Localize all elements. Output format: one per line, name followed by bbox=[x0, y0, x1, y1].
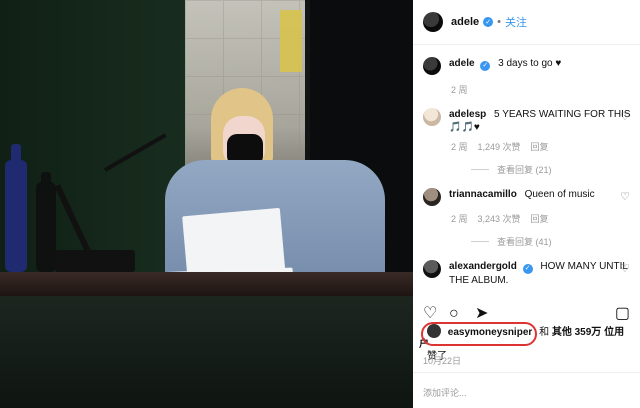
table-surface bbox=[0, 272, 413, 296]
avatar[interactable] bbox=[423, 108, 441, 126]
view-replies-line bbox=[471, 169, 489, 170]
photo-background-sign bbox=[280, 10, 302, 72]
view-replies-line bbox=[471, 241, 489, 242]
comment-text: triannacamillo Queen of music bbox=[449, 188, 595, 201]
bookmark-icon[interactable]: ▢ bbox=[615, 306, 630, 322]
verified-badge-icon bbox=[480, 60, 491, 71]
comment-username[interactable]: alexandergold bbox=[449, 261, 517, 272]
post-photo bbox=[0, 0, 413, 408]
separator-dot: • bbox=[497, 16, 501, 28]
caption-meta: 2 周 bbox=[451, 83, 632, 96]
view-replies-label[interactable]: 查看回复 (21) bbox=[497, 163, 552, 176]
comment-row: triannacamillo Queen of music ♡ 2 周 3,24… bbox=[413, 188, 640, 248]
water-bottle-blue bbox=[5, 144, 27, 272]
view-replies[interactable]: 查看回复 (21) bbox=[471, 163, 632, 176]
instagram-panel: adele • 关注 adele 3 days to go ♥ 2 周 bbox=[413, 0, 640, 408]
comment-username[interactable]: adelesp bbox=[449, 109, 486, 120]
comment-text: alexandergold HOW MANY UNTIL THE ALBUM. bbox=[449, 260, 632, 287]
heart-icon[interactable]: ♡ bbox=[620, 190, 630, 203]
comment-likes[interactable]: 3,243 次赞 bbox=[478, 212, 521, 225]
follow-button[interactable]: 关注 bbox=[505, 14, 527, 30]
comment-time: 2 周 bbox=[451, 214, 468, 224]
caption-row: adele 3 days to go ♥ 2 周 bbox=[413, 55, 640, 96]
water-bottle-black bbox=[36, 172, 56, 272]
likes-summary: easymoneysniper 和 其他 359万 位用户 赞了 bbox=[419, 322, 634, 362]
comment-meta: 2 周 1,249 次赞 回复 bbox=[451, 140, 632, 153]
likes-conjunction: 和 bbox=[539, 327, 550, 338]
post-author-username[interactable]: adele bbox=[451, 16, 479, 28]
heart-icon[interactable]: ♡ bbox=[620, 262, 630, 275]
post-date: 10月22日 bbox=[423, 356, 462, 366]
add-comment-input[interactable]: 添加评论... bbox=[423, 386, 467, 399]
view-replies[interactable]: 查看回复 (41) bbox=[471, 235, 632, 248]
caption-text: adele 3 days to go ♥ bbox=[449, 57, 561, 71]
comment-icon[interactable]: ○ bbox=[449, 306, 459, 322]
comment-body: Queen of music bbox=[524, 189, 595, 200]
like-heart-icon[interactable]: ♡ bbox=[423, 306, 437, 322]
reply-button[interactable]: 回复 bbox=[531, 140, 549, 153]
avatar[interactable] bbox=[423, 260, 441, 278]
comment-meta: 2 周 3,243 次赞 回复 bbox=[451, 212, 632, 225]
comment-likes[interactable]: 1,249 次赞 bbox=[478, 140, 521, 153]
comments-section: adele 3 days to go ♥ 2 周 adelesp 5 YEARS… bbox=[413, 55, 640, 287]
avatar[interactable] bbox=[423, 12, 443, 32]
verified-badge-icon bbox=[483, 17, 494, 27]
caption-username[interactable]: adele bbox=[449, 58, 475, 69]
comment-time: 2 周 bbox=[451, 142, 468, 152]
comment-username[interactable]: triannacamillo bbox=[449, 189, 517, 200]
reply-button[interactable]: 回复 bbox=[531, 212, 549, 225]
avatar[interactable] bbox=[423, 57, 441, 75]
avatar[interactable] bbox=[423, 188, 441, 206]
highlight-circle bbox=[421, 322, 537, 346]
post-header: adele • 关注 bbox=[413, 0, 640, 45]
caption-time: 2 周 bbox=[451, 85, 468, 95]
heart-icon[interactable]: ♡ bbox=[620, 110, 630, 123]
microphone-base bbox=[55, 250, 135, 272]
view-replies-label[interactable]: 查看回复 (41) bbox=[497, 235, 552, 248]
verified-badge-icon bbox=[522, 263, 533, 274]
floor-area bbox=[0, 296, 413, 408]
divider bbox=[413, 372, 640, 373]
microphone-stem bbox=[54, 184, 94, 260]
comment-text: adelesp 5 YEARS WAITING FOR THIS 🎵🎵♥ bbox=[449, 108, 632, 134]
comment-row: adelesp 5 YEARS WAITING FOR THIS 🎵🎵♥ ♡ 2… bbox=[413, 108, 640, 176]
instagram-post-screenshot: adele • 关注 adele 3 days to go ♥ 2 周 bbox=[0, 0, 640, 408]
share-icon[interactable]: ➤ bbox=[475, 306, 488, 322]
comment-row: alexandergold HOW MANY UNTIL THE ALBUM. … bbox=[413, 260, 640, 287]
caption-body: 3 days to go ♥ bbox=[498, 58, 562, 69]
